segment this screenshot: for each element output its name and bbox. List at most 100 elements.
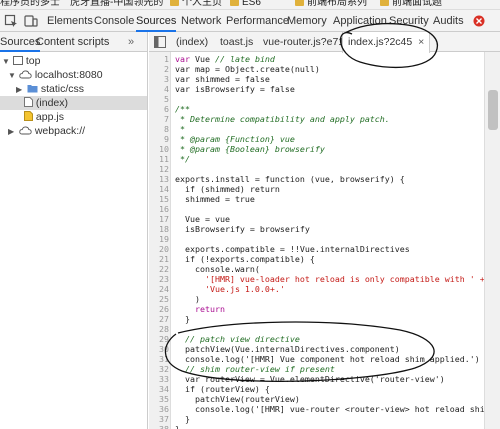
expand-arrow-icon: ▼: [2, 57, 10, 66]
error-icon[interactable]: [472, 14, 486, 28]
line-number[interactable]: 7: [149, 114, 169, 124]
line-number[interactable]: 4: [149, 84, 169, 94]
line-number[interactable]: 3: [149, 74, 169, 84]
line-number[interactable]: 20: [149, 244, 169, 254]
collapse-arrow-icon: ▶: [8, 127, 15, 136]
line-number[interactable]: 12: [149, 164, 169, 174]
code-line: /**: [175, 104, 190, 114]
line-number[interactable]: 11: [149, 154, 169, 164]
line-number[interactable]: 32: [149, 364, 169, 374]
line-number[interactable]: 1: [149, 54, 169, 64]
line-number[interactable]: 14: [149, 184, 169, 194]
tree-item-localhost[interactable]: ▼ localhost:8080: [8, 68, 147, 82]
scrollbar-thumb[interactable]: [488, 90, 498, 130]
line-number[interactable]: 17: [149, 214, 169, 224]
code-line: */: [175, 154, 190, 164]
more-tabs-button[interactable]: »: [128, 36, 140, 48]
line-number[interactable]: 28: [149, 324, 169, 334]
tab-sources[interactable]: Sources: [136, 10, 177, 32]
file-icon: [24, 97, 33, 107]
line-number[interactable]: 24: [149, 284, 169, 294]
tab-memory[interactable]: Memory: [287, 10, 327, 32]
line-number[interactable]: 13: [149, 174, 169, 184]
tab-audits[interactable]: Audits: [433, 10, 464, 32]
tree-item-index[interactable]: (index): [0, 96, 147, 110]
code-line: return: [175, 304, 225, 314]
code-line: var Vue // late bind: [175, 54, 275, 64]
code-line: console.warn(: [175, 264, 260, 274]
bookmark-folder[interactable]: 前端布局系列: [295, 0, 367, 9]
tab-navigator-sources[interactable]: Sources: [0, 32, 41, 52]
bookmark-item[interactable]: 程序员的多士: [0, 0, 60, 9]
editor-tab-index-js[interactable]: index.js?2c45 ×: [342, 32, 431, 53]
inspect-element-icon[interactable]: [4, 14, 18, 28]
code-line: }: [175, 414, 190, 424]
line-number[interactable]: 38: [149, 424, 169, 429]
tab-security[interactable]: Security: [389, 10, 429, 32]
line-number[interactable]: 6: [149, 104, 169, 114]
line-number[interactable]: 26: [149, 304, 169, 314]
editor-tab-toast-js[interactable]: toast.js: [220, 32, 253, 52]
line-number[interactable]: 10: [149, 144, 169, 154]
code-line: // shim router-view if present: [175, 364, 335, 374]
toggle-navigator-icon[interactable]: [154, 36, 166, 48]
code-line: if (shimmed) return: [175, 184, 280, 194]
line-number[interactable]: 34: [149, 384, 169, 394]
code-line: var isBrowserify = false: [175, 84, 295, 94]
tree-item-webpack[interactable]: ▶ webpack://: [8, 124, 147, 138]
tree-item-app-js[interactable]: app.js: [24, 110, 147, 124]
vertical-scrollbar[interactable]: [484, 52, 500, 429]
frame-icon: [12, 56, 23, 65]
editor-tab-index[interactable]: (index): [176, 32, 208, 52]
code-line: * Determine compatibility and apply patc…: [175, 114, 390, 124]
line-number[interactable]: 18: [149, 224, 169, 234]
cloud-icon: [19, 126, 32, 135]
tab-console[interactable]: Console: [94, 10, 134, 32]
line-number[interactable]: 33: [149, 374, 169, 384]
code-line: if (routerView) {: [175, 384, 270, 394]
line-number[interactable]: 8: [149, 124, 169, 134]
tree-item-static-css[interactable]: ▶ static/css: [16, 82, 147, 96]
tab-performance[interactable]: Performance: [226, 10, 289, 32]
line-number[interactable]: 31: [149, 354, 169, 364]
line-number[interactable]: 35: [149, 394, 169, 404]
line-number[interactable]: 5: [149, 94, 169, 104]
tab-application[interactable]: Application: [333, 10, 387, 32]
line-number[interactable]: 37: [149, 414, 169, 424]
code-line: patchView(routerView): [175, 394, 300, 404]
bookmark-folder[interactable]: 个人主页: [170, 0, 222, 9]
editor-tab-vue-router-js[interactable]: vue-router.js?e71f: [263, 32, 347, 52]
devtools-tabbar: Elements Console Sources Network Perform…: [0, 10, 500, 32]
close-tab-icon[interactable]: ×: [418, 36, 424, 48]
folder-icon: [295, 0, 304, 6]
line-number[interactable]: 16: [149, 204, 169, 214]
line-number[interactable]: 15: [149, 194, 169, 204]
line-number[interactable]: 23: [149, 274, 169, 284]
line-number[interactable]: 29: [149, 334, 169, 344]
code-line: exports.compatible = !!Vue.internalDirec…: [175, 244, 410, 254]
bookmark-folder[interactable]: ES6: [230, 0, 261, 9]
device-toolbar-icon[interactable]: [24, 14, 38, 28]
code-line: patchView(Vue.internalDirectives.compone…: [175, 344, 400, 354]
bookmark-item[interactable]: 虎牙直播-中国领先的: [70, 0, 163, 9]
bookmark-folder[interactable]: 前端面试题: [380, 0, 442, 9]
js-file-icon: [24, 111, 33, 121]
tab-elements[interactable]: Elements: [47, 10, 93, 32]
line-number[interactable]: 22: [149, 264, 169, 274]
code-line: console.log('[HMR] Vue component hot rel…: [175, 354, 480, 364]
editor-tabbar: (index) toast.js vue-router.js?e71f inde…: [149, 32, 500, 53]
line-number[interactable]: 30: [149, 344, 169, 354]
bookmarks-bar: 程序员的多士 虎牙直播-中国领先的 个人主页 ES6 前端布局系列 前端面试题: [0, 0, 500, 10]
code-line: ): [175, 294, 200, 304]
line-number[interactable]: 36: [149, 404, 169, 414]
line-number[interactable]: 2: [149, 64, 169, 74]
line-number[interactable]: 9: [149, 134, 169, 144]
line-number[interactable]: 27: [149, 314, 169, 324]
tab-content-scripts[interactable]: Content scripts: [36, 32, 109, 52]
line-number[interactable]: 25: [149, 294, 169, 304]
line-number[interactable]: 19: [149, 234, 169, 244]
tree-item-top[interactable]: ▼ top: [2, 54, 147, 68]
tab-network[interactable]: Network: [181, 10, 221, 32]
source-editor: (index) toast.js vue-router.js?e71f inde…: [149, 32, 500, 429]
line-number[interactable]: 21: [149, 254, 169, 264]
